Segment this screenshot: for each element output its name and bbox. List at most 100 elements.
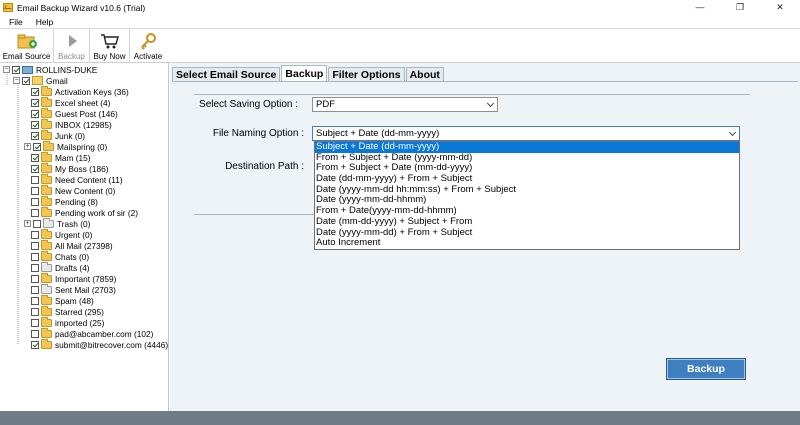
- folder-checkbox[interactable]: [31, 296, 39, 305]
- tree-folder-item[interactable]: Pending (8): [31, 195, 98, 207]
- folder-checkbox[interactable]: [33, 142, 41, 151]
- folder-label: New Content (0): [55, 185, 116, 196]
- folder-icon: [41, 206, 52, 217]
- tree-folder-item[interactable]: All Mail (27398): [31, 239, 113, 251]
- root-checkbox[interactable]: [12, 65, 20, 74]
- menu-help[interactable]: Help: [36, 17, 53, 27]
- folder-checkbox[interactable]: [31, 263, 39, 272]
- folder-checkbox[interactable]: [31, 109, 39, 118]
- tree-folder-item[interactable]: Chats (0): [31, 250, 89, 262]
- email-source-button[interactable]: Email Source: [0, 29, 54, 63]
- folder-checkbox[interactable]: [31, 230, 39, 239]
- folder-checkbox[interactable]: [31, 285, 39, 294]
- tree-folder-item[interactable]: + Trash (0): [24, 217, 90, 229]
- folder-label: Mam (15): [55, 152, 91, 163]
- tree-folder-item[interactable]: Mam (15): [31, 151, 91, 163]
- tree-folder-item[interactable]: Sent Mail (2703): [31, 283, 116, 295]
- tree-folder-item[interactable]: Need Content (11): [31, 173, 123, 185]
- folder-checkbox[interactable]: [31, 208, 39, 217]
- mid-divider: [194, 214, 314, 215]
- email-source-label: Email Source: [2, 52, 51, 61]
- tree-root[interactable]: − ROLLINS-DUKE: [3, 64, 97, 75]
- tree-folder-item[interactable]: Drafts (4): [31, 261, 90, 273]
- tree-folder-item[interactable]: Junk (0): [31, 129, 85, 141]
- saving-option-select[interactable]: PDF: [312, 97, 498, 112]
- folder-icon: [41, 96, 52, 107]
- folder-tree: − ROLLINS-DUKE − Gmail Activation Keys (…: [0, 63, 169, 411]
- tree-folder-item[interactable]: New Content (0): [31, 184, 116, 196]
- folder-checkbox[interactable]: [31, 153, 39, 162]
- folder-checkbox[interactable]: [31, 252, 39, 261]
- collapse-account-icon[interactable]: −: [13, 77, 20, 84]
- key-icon: [137, 32, 159, 50]
- folder-icon: [41, 129, 52, 140]
- tab-about[interactable]: About: [405, 67, 444, 82]
- folder-checkbox[interactable]: [31, 164, 39, 173]
- folder-label: Excel sheet (4): [55, 97, 111, 108]
- folder-checkbox[interactable]: [31, 175, 39, 184]
- folder-checkbox[interactable]: [31, 131, 39, 140]
- backup-toolbar-button[interactable]: Backup: [54, 29, 90, 63]
- tree-folder-item[interactable]: INBOX (12985): [31, 118, 112, 130]
- saving-option-value: PDF: [316, 99, 335, 110]
- backup-button[interactable]: Backup: [666, 358, 746, 380]
- tree-folder-item[interactable]: Activation Keys (36): [31, 85, 129, 97]
- folder-label: Sent Mail (2703): [55, 284, 116, 295]
- naming-option-item[interactable]: Date (mm-dd-yyyy) + Subject + From: [315, 216, 739, 228]
- minimize-button[interactable]: —: [680, 0, 720, 15]
- folder-label: Pending work of sir (2): [55, 207, 139, 218]
- tree-folder-item[interactable]: submit@bitrecover.com (4446): [31, 338, 168, 350]
- folder-checkbox[interactable]: [31, 120, 39, 129]
- folder-checkbox[interactable]: [31, 340, 39, 349]
- account-checkbox[interactable]: [22, 76, 30, 85]
- tree-folder-item[interactable]: Guest Post (146): [31, 107, 118, 119]
- tree-folder-item[interactable]: Excel sheet (4): [31, 96, 111, 108]
- toolbar: Email Source Backup Buy Now Activate: [0, 29, 800, 63]
- folder-checkbox[interactable]: [31, 98, 39, 107]
- activate-button[interactable]: Activate: [130, 29, 166, 63]
- tab-backup[interactable]: Backup: [281, 65, 328, 82]
- tree-folder-item[interactable]: imported (25): [31, 316, 104, 328]
- expand-icon[interactable]: +: [24, 220, 31, 227]
- folder-label: Guest Post (146): [55, 108, 118, 119]
- tree-folder-item[interactable]: Urgent (0): [31, 228, 93, 240]
- folder-checkbox[interactable]: [31, 186, 39, 195]
- folder-icon: [41, 173, 52, 184]
- expand-icon[interactable]: +: [24, 143, 31, 150]
- menu-file[interactable]: File: [9, 17, 23, 27]
- folder-icon: [41, 228, 52, 239]
- folder-checkbox[interactable]: [31, 329, 39, 338]
- tab-select-email-source[interactable]: Select Email Source: [172, 67, 281, 82]
- tree-folder-item[interactable]: Spam (48): [31, 294, 94, 306]
- folder-checkbox[interactable]: [31, 274, 39, 283]
- folder-icon: [43, 217, 54, 228]
- maximize-button[interactable]: ❐: [720, 0, 760, 15]
- naming-option-select[interactable]: Subject + Date (dd-mm-yyyy): [312, 126, 740, 141]
- tree-folder-item[interactable]: pad@abcamber.com (102): [31, 327, 154, 339]
- folder-label: INBOX (12985): [55, 119, 112, 130]
- folder-icon: [41, 250, 52, 261]
- folder-label: pad@abcamber.com (102): [55, 328, 154, 339]
- tab-filter-options[interactable]: Filter Options: [328, 67, 405, 82]
- tree-folder-item[interactable]: My Boss (186): [31, 162, 108, 174]
- close-button[interactable]: ✕: [760, 0, 800, 15]
- folder-label: Spam (48): [55, 295, 94, 306]
- folder-checkbox[interactable]: [31, 318, 39, 327]
- naming-option-item[interactable]: Auto Increment: [315, 237, 739, 249]
- buy-now-button[interactable]: Buy Now: [90, 29, 130, 63]
- collapse-root-icon[interactable]: −: [3, 66, 10, 73]
- tree-account[interactable]: − Gmail: [13, 75, 68, 86]
- folder-checkbox[interactable]: [31, 241, 39, 250]
- chevron-down-icon: [728, 128, 737, 137]
- tree-folder-item[interactable]: Pending work of sir (2): [31, 206, 139, 218]
- tree-folder-item[interactable]: Starred (295): [31, 305, 104, 317]
- tree-folder-item[interactable]: Important (7859): [31, 272, 116, 284]
- tree-folder-item[interactable]: + Mailspring (0): [24, 140, 107, 152]
- folder-checkbox[interactable]: [31, 307, 39, 316]
- naming-option-dropdown: Subject + Date (dd-mm-yyyy) From + Subjec…: [314, 141, 740, 250]
- folder-checkbox[interactable]: [31, 197, 39, 206]
- title-bar: Email Backup Wizard v10.6 (Trial) — ❐ ✕: [0, 0, 800, 15]
- folder-checkbox[interactable]: [31, 87, 39, 96]
- folder-checkbox[interactable]: [33, 219, 41, 228]
- folder-label: Urgent (0): [55, 229, 93, 240]
